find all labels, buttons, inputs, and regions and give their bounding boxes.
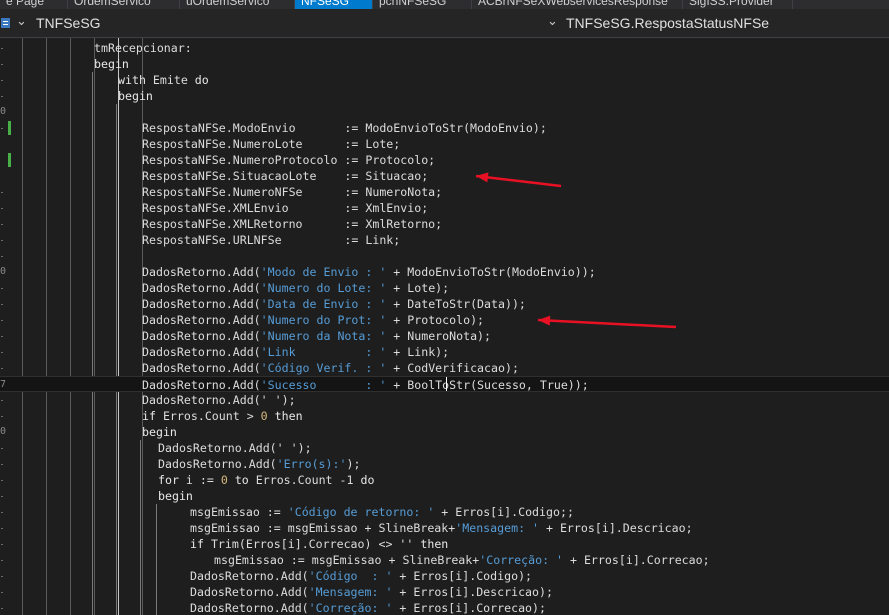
chevron-down-icon[interactable]: ⌄ xyxy=(547,14,558,29)
tab-ordemservico[interactable]: OrdemServico xyxy=(68,0,180,9)
tab-uordemservico[interactable]: uOrdemServico xyxy=(180,0,295,9)
method-selector[interactable]: TNFSeSG.RespostaStatusNFSe xyxy=(566,15,769,31)
code-editor[interactable]: tmRecepcionar: begin with Emite do begin 0 Re… xyxy=(0,38,889,615)
class-browser-icon[interactable] xyxy=(1,18,10,28)
tab-nfsesg[interactable]: NFSeSG xyxy=(295,0,373,9)
tab-e-page[interactable]: e Page xyxy=(0,0,68,9)
chevron-down-icon[interactable]: ⌄ xyxy=(16,14,27,29)
editor-tab-bar: e Page OrdemServico uOrdemServico NFSeSG pcn… xyxy=(0,0,889,9)
annotation-arrow xyxy=(537,315,677,329)
tab-pcnnfsesg[interactable]: pcnNFSeSG xyxy=(373,0,472,9)
tab-sigiss-provider[interactable]: SigISS.Provider xyxy=(683,0,793,9)
class-selector[interactable]: TNFSeSG xyxy=(36,15,101,31)
code-navigation-bar: ⌄ TNFSeSG ⌄ TNFSeSG.RespostaStatusNFSe xyxy=(0,9,889,38)
tab-acbrnfsexwebservicesresponse[interactable]: ACBrNFSeXWebservicesResponse xyxy=(472,0,683,9)
